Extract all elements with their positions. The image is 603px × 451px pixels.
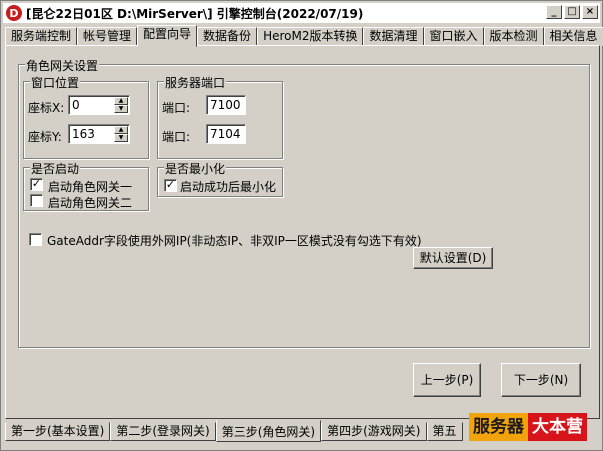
title-buttons: _ □ × bbox=[546, 5, 598, 19]
step2-tab[interactable]: 第二步(登录网关) bbox=[110, 422, 216, 441]
tab-version-check[interactable]: 版本检测 bbox=[483, 27, 544, 46]
main-window: D [昆仑22日01区 D:\MirServer\] 引擎控制台(2022/07… bbox=[0, 0, 603, 451]
gate2-checkbox[interactable] bbox=[30, 194, 43, 207]
spin-down-icon[interactable]: ▼ bbox=[114, 105, 128, 113]
port2-label: 端口: bbox=[162, 130, 191, 144]
tab-server-control[interactable]: 服务端控制 bbox=[5, 27, 78, 46]
spin-up-icon[interactable]: ▲ bbox=[114, 126, 128, 134]
gate2-label[interactable]: 启动角色网关二 bbox=[48, 194, 132, 211]
x-coord-value: 0 bbox=[72, 98, 80, 112]
window-position-group: 窗口位置 座标X: 0 ▲ ▼ 座标Y: 163 ▲ ▼ bbox=[23, 74, 149, 159]
enable-group-title: 是否启动 bbox=[30, 160, 81, 177]
gate1-label[interactable]: 启动角色网关一 bbox=[48, 178, 132, 195]
config-wizard-panel: 角色网关设置 窗口位置 座标X: 0 ▲ ▼ 座标Y: 163 ▲ ▼ 服务器端… bbox=[5, 45, 600, 419]
gateaddr-label[interactable]: GateAddr字段使用外网IP(非动态IP、非双IP一区模式没有勾选下有效) bbox=[47, 232, 422, 249]
x-coord-label: 座标X: bbox=[28, 101, 65, 115]
bottom-tab-bar: 第一步(基本设置) 第二步(登录网关) 第三步(角色网关) 第四步(游戏网关) … bbox=[5, 420, 463, 444]
step3-tab[interactable]: 第三步(角色网关) bbox=[215, 420, 322, 442]
y-coord-input[interactable]: 163 ▲ ▼ bbox=[68, 124, 130, 144]
server-port-group: 服务器端口 端口: 7100 端口: 7104 bbox=[157, 74, 283, 159]
y-coord-label: 座标Y: bbox=[28, 130, 62, 144]
default-settings-button[interactable]: 默认设置(D) bbox=[413, 247, 493, 269]
window-title: [昆仑22日01区 D:\MirServer\] 引擎控制台(2022/07/1… bbox=[26, 6, 364, 21]
title-bar[interactable]: D [昆仑22日01区 D:\MirServer\] 引擎控制台(2022/07… bbox=[3, 3, 600, 23]
spin-down-icon[interactable]: ▼ bbox=[114, 134, 128, 142]
y-coord-spinner[interactable]: ▲ ▼ bbox=[114, 126, 128, 142]
close-button[interactable]: × bbox=[582, 5, 598, 19]
x-coord-spinner[interactable]: ▲ ▼ bbox=[114, 97, 128, 113]
gateway-settings-group: 角色网关设置 窗口位置 座标X: 0 ▲ ▼ 座标Y: 163 ▲ ▼ 服务器端… bbox=[18, 57, 590, 348]
spin-up-icon[interactable]: ▲ bbox=[114, 97, 128, 105]
gateaddr-checkbox[interactable] bbox=[29, 233, 42, 246]
watermark-part2: 大本营 bbox=[528, 413, 587, 441]
minimize-group: 是否最小化 ✓ 启动成功后最小化 bbox=[157, 160, 283, 197]
minimize-label[interactable]: 启动成功后最小化 bbox=[180, 178, 276, 195]
tab-config-wizard[interactable]: 配置向导 bbox=[137, 25, 198, 47]
x-coord-input[interactable]: 0 ▲ ▼ bbox=[68, 95, 130, 115]
tab-herom2-convert[interactable]: HeroM2版本转换 bbox=[257, 27, 364, 46]
minimize-button[interactable]: _ bbox=[546, 5, 562, 19]
server-port-title: 服务器端口 bbox=[164, 74, 227, 91]
port1-label: 端口: bbox=[162, 101, 191, 115]
tab-data-backup[interactable]: 数据备份 bbox=[197, 27, 258, 46]
app-icon: D bbox=[6, 5, 22, 21]
tab-about[interactable]: 相关信息 bbox=[543, 27, 603, 46]
watermark-logo: 服务器 大本营 bbox=[469, 413, 587, 441]
step4-tab[interactable]: 第四步(游戏网关) bbox=[321, 422, 427, 441]
minimize-group-title: 是否最小化 bbox=[164, 160, 227, 177]
minimize-checkbox[interactable]: ✓ bbox=[164, 179, 177, 192]
tab-window-embed[interactable]: 窗口嵌入 bbox=[423, 27, 484, 46]
port2-input[interactable]: 7104 bbox=[206, 124, 246, 144]
prev-step-button[interactable]: 上一步(P) bbox=[413, 363, 481, 397]
next-step-button[interactable]: 下一步(N) bbox=[501, 363, 581, 397]
step1-tab[interactable]: 第一步(基本设置) bbox=[5, 422, 111, 441]
tab-account-management[interactable]: 帐号管理 bbox=[77, 27, 138, 46]
tab-data-cleanup[interactable]: 数据清理 bbox=[363, 27, 424, 46]
gate1-checkbox[interactable]: ✓ bbox=[30, 178, 43, 191]
maximize-button[interactable]: □ bbox=[564, 5, 580, 19]
port1-input[interactable]: 7100 bbox=[206, 95, 246, 115]
y-coord-value: 163 bbox=[72, 127, 95, 141]
enable-group: 是否启动 ✓ 启动角色网关一 启动角色网关二 bbox=[23, 160, 149, 211]
watermark-part1: 服务器 bbox=[469, 413, 528, 441]
gateway-settings-title: 角色网关设置 bbox=[25, 57, 100, 74]
window-position-title: 窗口位置 bbox=[30, 74, 81, 91]
top-tab-bar: 服务端控制 帐号管理 配置向导 数据备份 HeroM2版本转换 数据清理 窗口嵌… bbox=[5, 25, 603, 47]
step5-tab[interactable]: 第五 bbox=[426, 422, 463, 441]
